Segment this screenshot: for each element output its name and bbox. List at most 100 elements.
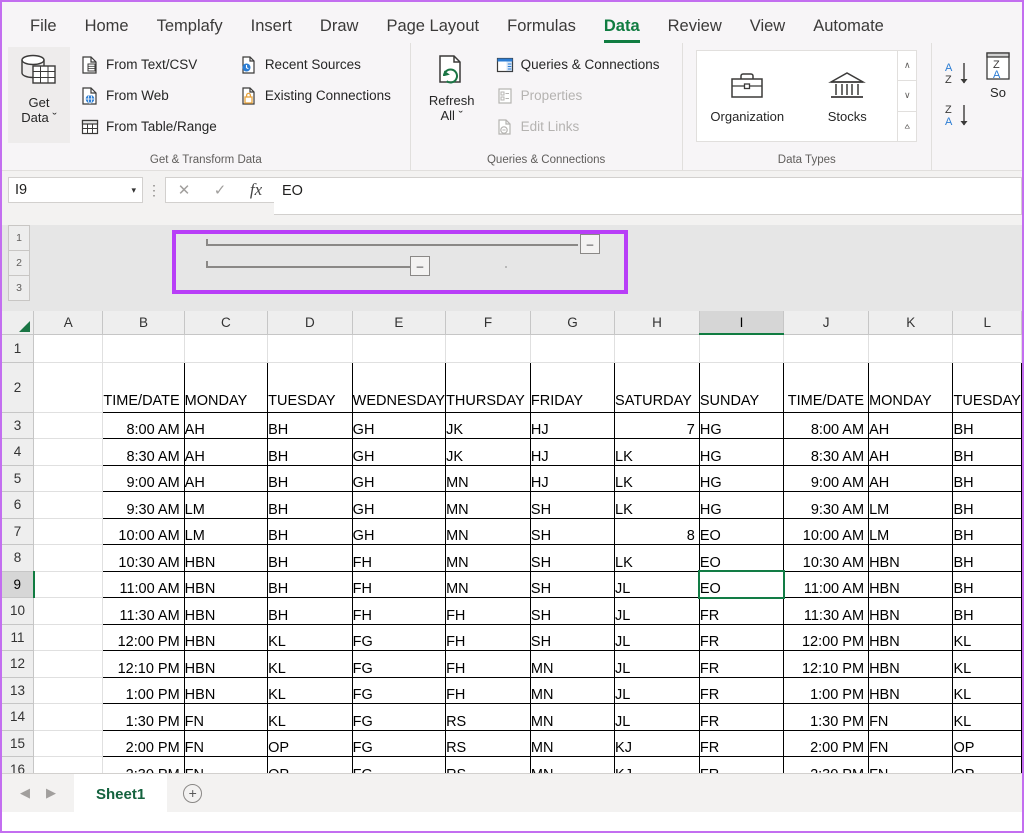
cell-H1[interactable] bbox=[614, 334, 700, 363]
row-header-5[interactable]: 5 bbox=[2, 465, 35, 492]
cell-H10[interactable]: JL bbox=[614, 597, 700, 625]
cell-L8[interactable]: BH bbox=[952, 544, 1022, 572]
sort-descending-button[interactable]: ZA bbox=[938, 95, 980, 137]
cell-D7[interactable]: BH bbox=[267, 517, 353, 545]
cell-J10[interactable]: 11:30 AM bbox=[783, 597, 870, 625]
cell-G13[interactable]: MN bbox=[529, 676, 616, 704]
cell-A16[interactable] bbox=[33, 756, 104, 773]
cell-D6[interactable]: BH bbox=[267, 491, 353, 519]
cell-C8[interactable]: HBN bbox=[183, 544, 269, 572]
ribbon-tab-automate[interactable]: Automate bbox=[799, 17, 898, 43]
ribbon-tab-home[interactable]: Home bbox=[71, 17, 143, 43]
cell-D14[interactable]: KL bbox=[267, 703, 353, 731]
cell-F11[interactable]: FH bbox=[445, 623, 531, 651]
row-header-6[interactable]: 6 bbox=[2, 491, 35, 519]
cell-F12[interactable]: FH bbox=[445, 650, 531, 678]
insert-function-icon[interactable]: fx bbox=[238, 180, 274, 200]
cell-I9[interactable]: EO bbox=[698, 570, 785, 599]
cell-D10[interactable]: BH bbox=[267, 597, 353, 625]
column-header-E[interactable]: E bbox=[352, 311, 447, 335]
outline-level-3-button[interactable]: 3 bbox=[8, 275, 30, 301]
cell-G1[interactable] bbox=[530, 334, 616, 363]
row-header-3[interactable]: 3 bbox=[2, 412, 35, 439]
cell-B1[interactable] bbox=[102, 334, 185, 363]
cell-E16[interactable]: FG bbox=[351, 756, 447, 773]
cell-L15[interactable]: OP bbox=[952, 729, 1022, 757]
cell-G8[interactable]: SH bbox=[529, 544, 616, 572]
ribbon-tab-data[interactable]: Data bbox=[590, 17, 654, 43]
cell-I3[interactable]: HG bbox=[698, 411, 785, 439]
cell-L7[interactable]: BH bbox=[952, 517, 1022, 545]
cell-I8[interactable]: EO bbox=[698, 544, 785, 572]
cell-G3[interactable]: HJ bbox=[529, 411, 616, 439]
cell-C5[interactable]: AH bbox=[183, 464, 269, 492]
data-type-stocks[interactable]: Stocks bbox=[797, 51, 897, 141]
ribbon-tab-templafy[interactable]: Templafy bbox=[143, 17, 237, 43]
cell-J14[interactable]: 1:30 PM bbox=[783, 703, 870, 731]
cell-K5[interactable]: AH bbox=[868, 464, 954, 492]
cell-J5[interactable]: 9:00 AM bbox=[783, 464, 870, 492]
cell-F2[interactable]: THURSDAY bbox=[445, 361, 531, 413]
cell-C15[interactable]: FN bbox=[183, 729, 269, 757]
cell-F14[interactable]: RS bbox=[445, 703, 531, 731]
cell-L13[interactable]: KL bbox=[952, 676, 1022, 704]
cell-C16[interactable]: FN bbox=[183, 756, 269, 773]
column-header-A[interactable]: A bbox=[33, 311, 104, 335]
cell-J12[interactable]: 12:10 PM bbox=[783, 650, 870, 678]
cell-H6[interactable]: LK bbox=[614, 491, 700, 519]
cell-H12[interactable]: JL bbox=[614, 650, 700, 678]
ribbon-tab-page-layout[interactable]: Page Layout bbox=[372, 17, 493, 43]
cell-H14[interactable]: JL bbox=[614, 703, 700, 731]
cell-K15[interactable]: FN bbox=[868, 729, 954, 757]
cell-I6[interactable]: HG bbox=[698, 491, 785, 519]
cell-G9[interactable]: SH bbox=[529, 570, 616, 598]
cell-B11[interactable]: 12:00 PM bbox=[102, 623, 185, 651]
column-header-K[interactable]: K bbox=[868, 311, 954, 335]
ribbon-tab-draw[interactable]: Draw bbox=[306, 17, 373, 43]
cell-H15[interactable]: KJ bbox=[614, 729, 700, 757]
cell-F5[interactable]: MN bbox=[445, 464, 531, 492]
cell-B6[interactable]: 9:30 AM bbox=[102, 491, 185, 519]
sort-ascending-button[interactable]: AZ bbox=[938, 53, 980, 95]
cell-D1[interactable] bbox=[267, 334, 353, 363]
cell-F16[interactable]: RS bbox=[445, 756, 531, 773]
cell-A11[interactable] bbox=[33, 624, 104, 651]
row-header-1[interactable]: 1 bbox=[2, 334, 35, 363]
ribbon-tab-file[interactable]: File bbox=[16, 17, 71, 43]
outline-level-2-button[interactable]: 2 bbox=[8, 250, 30, 276]
cell-E14[interactable]: FG bbox=[351, 703, 447, 731]
cell-J4[interactable]: 8:30 AM bbox=[783, 438, 870, 466]
cell-E5[interactable]: GH bbox=[351, 464, 447, 492]
cell-I2[interactable]: SUNDAY bbox=[698, 361, 785, 413]
column-header-I[interactable]: I bbox=[699, 311, 785, 335]
existing-connections-button[interactable]: Existing Connections bbox=[235, 80, 397, 111]
cell-J3[interactable]: 8:00 AM bbox=[783, 411, 870, 439]
cell-A4[interactable] bbox=[33, 438, 104, 466]
select-all-corner[interactable] bbox=[2, 311, 35, 335]
cell-I14[interactable]: FR bbox=[698, 703, 785, 731]
cell-E2[interactable]: WEDNESDAY bbox=[351, 361, 447, 413]
cell-A1[interactable] bbox=[33, 334, 104, 363]
gallery-scroll-up[interactable]: ∧ bbox=[898, 51, 917, 82]
cell-E12[interactable]: FG bbox=[351, 650, 447, 678]
cell-B7[interactable]: 10:00 AM bbox=[102, 517, 185, 545]
cell-F10[interactable]: FH bbox=[445, 597, 531, 625]
cell-L10[interactable]: BH bbox=[952, 597, 1022, 625]
sort-button[interactable]: ZA So bbox=[980, 47, 1016, 100]
sheet-next-icon[interactable]: ▶ bbox=[38, 785, 64, 801]
cell-L9[interactable]: BH bbox=[952, 570, 1022, 598]
cell-I10[interactable]: FR bbox=[698, 597, 785, 625]
cell-B5[interactable]: 9:00 AM bbox=[102, 464, 185, 492]
cell-J15[interactable]: 2:00 PM bbox=[783, 729, 870, 757]
column-header-F[interactable]: F bbox=[445, 311, 531, 335]
cell-A15[interactable] bbox=[33, 730, 104, 757]
column-header-B[interactable]: B bbox=[102, 311, 185, 335]
cell-K11[interactable]: HBN bbox=[868, 623, 954, 651]
ribbon-tab-formulas[interactable]: Formulas bbox=[493, 17, 590, 43]
cell-A7[interactable] bbox=[33, 518, 104, 545]
ribbon-tab-insert[interactable]: Insert bbox=[237, 17, 306, 43]
cell-E7[interactable]: GH bbox=[351, 517, 447, 545]
queries-connections-button[interactable]: Queries & Connections bbox=[491, 49, 666, 80]
cell-H9[interactable]: JL bbox=[614, 570, 700, 598]
sheet-prev-icon[interactable]: ◀ bbox=[12, 785, 38, 801]
